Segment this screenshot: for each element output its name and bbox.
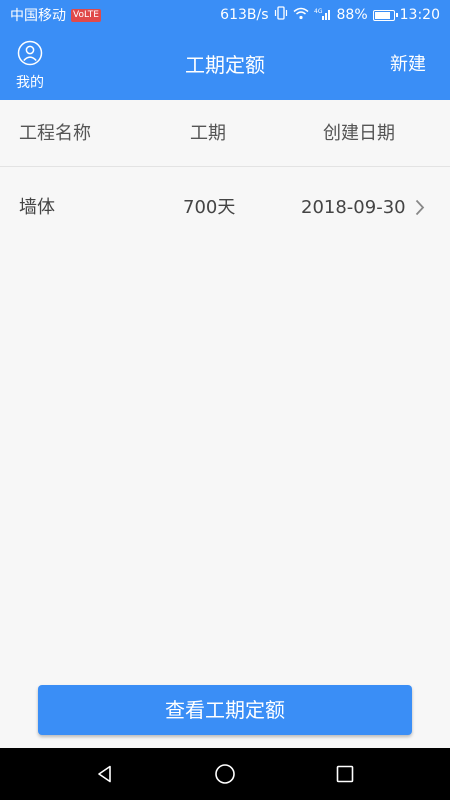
recents-square-icon[interactable] (325, 754, 365, 794)
status-right: 613B/s 4G 88% 13:20 (220, 6, 440, 24)
net-speed: 613B/s (220, 7, 269, 23)
user-circle-icon (17, 40, 43, 70)
signal-icon: 4G (314, 7, 332, 24)
header-create-date: 创建日期 (323, 123, 395, 144)
table-row[interactable]: 墙体 700天 2018-09-30 (0, 168, 450, 248)
view-duration-quota-button[interactable]: 查看工期定额 (38, 685, 412, 735)
status-bar: 中国移动 VoLTE 613B/s 4G 88% 13:20 (0, 0, 450, 30)
vibrate-icon (274, 6, 288, 24)
page-title: 工期定额 (185, 53, 265, 77)
battery-icon (372, 9, 398, 21)
chevron-right-icon (415, 199, 425, 221)
battery-percent: 88% (336, 7, 368, 23)
row-create-date: 2018-09-30 (301, 197, 406, 218)
volte-badge: VoLTE (71, 8, 101, 22)
back-triangle-icon[interactable] (85, 754, 125, 794)
mine-label: 我的 (16, 75, 44, 91)
carrier-label: 中国移动 (10, 8, 66, 24)
app-bar: 我的 工期定额 新建 (0, 30, 450, 100)
row-project-name: 墙体 (19, 197, 55, 218)
table-header: 工程名称 工期 创建日期 (0, 100, 450, 167)
home-circle-icon[interactable] (205, 754, 245, 794)
header-project-name: 工程名称 (19, 123, 91, 144)
status-left: 中国移动 VoLTE (10, 5, 101, 25)
system-nav-bar (0, 748, 450, 800)
mine-button[interactable]: 我的 (10, 40, 50, 92)
new-button[interactable]: 新建 (390, 30, 426, 100)
clock: 13:20 (399, 7, 440, 23)
header-duration: 工期 (190, 123, 226, 144)
svg-text:4G: 4G (314, 8, 323, 15)
wifi-icon (293, 7, 309, 24)
row-duration: 700天 (183, 197, 236, 218)
